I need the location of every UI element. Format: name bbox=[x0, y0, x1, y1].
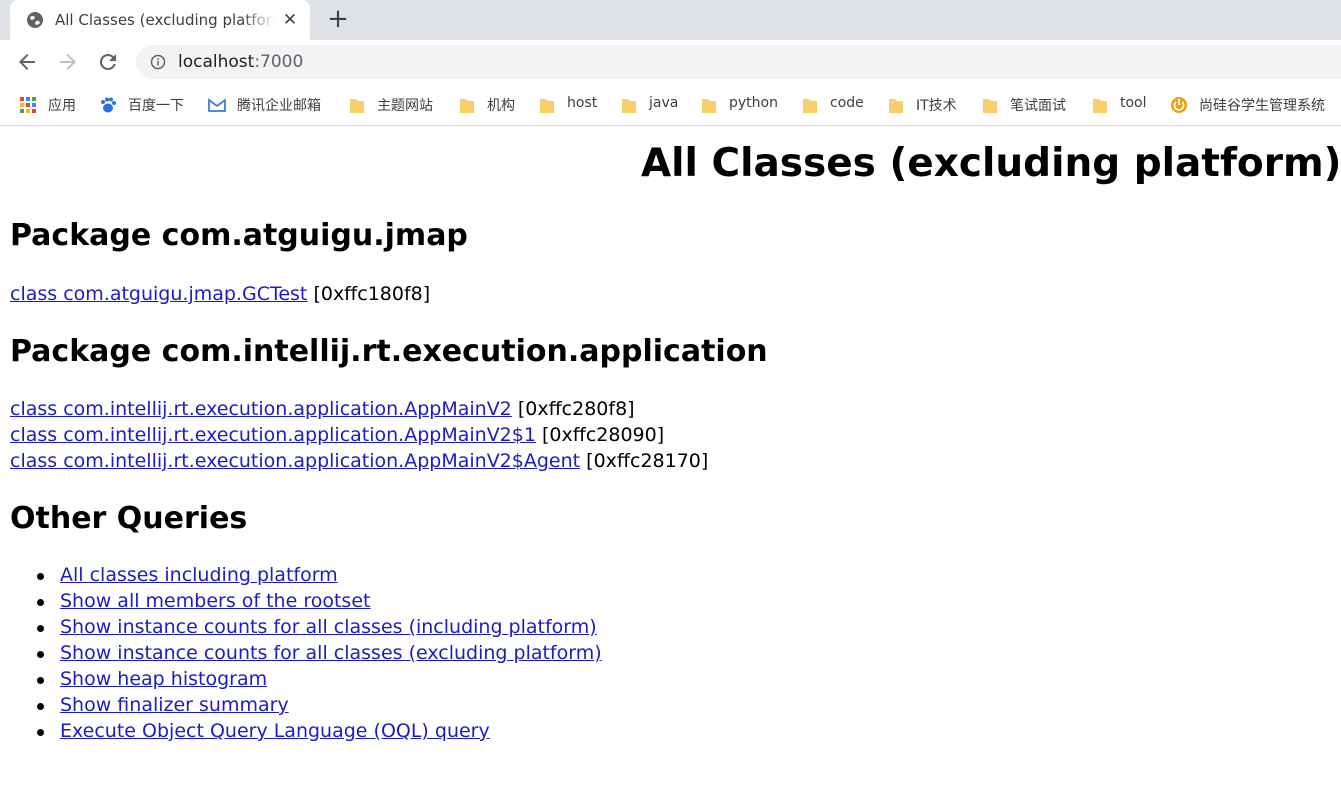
query-link-instance-counts-incl[interactable]: Show instance counts for all classes (in… bbox=[60, 616, 597, 638]
class-entry: class com.intellij.rt.execution.applicat… bbox=[10, 450, 708, 472]
query-link-rootset[interactable]: Show all members of the rootset bbox=[60, 590, 370, 612]
other-queries-list: All classes including platform Show all … bbox=[37, 564, 602, 746]
bookmarks-bar: 应用 百度一下 腾讯企业邮箱 主题网站 机构 host java python … bbox=[0, 84, 1341, 126]
tab-strip: All Classes (excluding platform) ✕ + bbox=[0, 0, 1341, 40]
class-link[interactable]: class com.atguigu.jmap.GCTest bbox=[10, 283, 307, 305]
folder-icon bbox=[460, 99, 474, 113]
baidu-paw-icon bbox=[101, 97, 116, 113]
folder-icon bbox=[702, 99, 716, 113]
query-link-finalizer-summary[interactable]: Show finalizer summary bbox=[60, 694, 289, 716]
tencent-mail-icon bbox=[208, 98, 226, 112]
class-entry: class com.atguigu.jmap.GCTest [0xffc180f… bbox=[10, 283, 430, 305]
list-item: Show all members of the rootset bbox=[37, 590, 602, 616]
forward-arrow-icon[interactable] bbox=[56, 50, 80, 74]
power-logo-icon bbox=[1171, 97, 1187, 113]
folder-icon bbox=[1093, 99, 1107, 113]
tab-title: All Classes (excluding platform) bbox=[55, 11, 275, 29]
browser-toolbar: localhost:7000 bbox=[0, 40, 1341, 84]
folder-icon bbox=[622, 99, 636, 113]
reload-icon[interactable] bbox=[96, 50, 120, 74]
bookmark-label: 主题网站 bbox=[377, 98, 433, 114]
apps-grid-icon bbox=[20, 97, 36, 113]
bookmark-label: code bbox=[830, 95, 864, 111]
query-link-oql[interactable]: Execute Object Query Language (OQL) quer… bbox=[60, 720, 490, 742]
list-item: All classes including platform bbox=[37, 564, 602, 590]
url-port: :7000 bbox=[254, 52, 304, 72]
bookmark-label: java bbox=[649, 95, 679, 111]
class-link[interactable]: class com.intellij.rt.execution.applicat… bbox=[10, 398, 512, 420]
globe-icon bbox=[27, 12, 43, 28]
folder-icon bbox=[803, 99, 817, 113]
address-bar[interactable]: localhost:7000 bbox=[136, 45, 1341, 79]
page-content: All Classes (excluding platform) Package… bbox=[0, 127, 1341, 801]
bookmark-label: host bbox=[567, 95, 598, 111]
bookmark-label: 笔试面试 bbox=[1010, 98, 1066, 114]
query-link-instance-counts-excl[interactable]: Show instance counts for all classes (ex… bbox=[60, 642, 602, 664]
class-entry: class com.intellij.rt.execution.applicat… bbox=[10, 398, 635, 420]
query-link-all-classes[interactable]: All classes including platform bbox=[60, 564, 338, 586]
class-address: [0xffc28090] bbox=[542, 424, 665, 446]
class-address: [0xffc280f8] bbox=[517, 398, 635, 420]
bookmark-label: IT技术 bbox=[916, 98, 957, 114]
class-link[interactable]: class com.intellij.rt.execution.applicat… bbox=[10, 424, 536, 446]
bookmark-label: 机构 bbox=[487, 98, 515, 114]
bookmark-label: 应用 bbox=[48, 98, 76, 114]
class-entry: class com.intellij.rt.execution.applicat… bbox=[10, 424, 664, 446]
bookmark-label: python bbox=[729, 95, 778, 111]
back-arrow-icon[interactable] bbox=[15, 50, 39, 74]
class-link[interactable]: class com.intellij.rt.execution.applicat… bbox=[10, 450, 580, 472]
bookmark-label: 百度一下 bbox=[128, 98, 184, 114]
folder-icon bbox=[889, 99, 903, 113]
package-heading: Package com.atguigu.jmap bbox=[10, 218, 468, 253]
info-icon[interactable] bbox=[150, 54, 166, 70]
list-item: Show instance counts for all classes (in… bbox=[37, 616, 602, 642]
query-link-heap-histogram[interactable]: Show heap histogram bbox=[60, 668, 267, 690]
bookmark-label: 腾讯企业邮箱 bbox=[237, 98, 321, 114]
other-queries-heading: Other Queries bbox=[10, 501, 248, 536]
new-tab-button[interactable]: + bbox=[325, 6, 351, 32]
list-item: Show heap histogram bbox=[37, 668, 602, 694]
list-item: Execute Object Query Language (OQL) quer… bbox=[37, 720, 602, 746]
bookmark-label: 尚硅谷学生管理系统 bbox=[1199, 98, 1325, 114]
page-title: All Classes (excluding platform) bbox=[641, 141, 1341, 186]
class-address: [0xffc180f8] bbox=[313, 283, 431, 305]
url-host: localhost bbox=[178, 52, 255, 72]
list-item: Show finalizer summary bbox=[37, 694, 602, 720]
list-item: Show instance counts for all classes (ex… bbox=[37, 642, 602, 668]
package-heading: Package com.intellij.rt.execution.applic… bbox=[10, 334, 768, 369]
tab-close-icon[interactable]: ✕ bbox=[280, 10, 300, 30]
browser-tab[interactable]: All Classes (excluding platform) ✕ bbox=[10, 0, 310, 40]
folder-icon bbox=[983, 99, 997, 113]
folder-icon bbox=[350, 99, 364, 113]
class-address: [0xffc28170] bbox=[586, 450, 709, 472]
bookmark-label: tool bbox=[1120, 95, 1147, 111]
url-text[interactable]: localhost:7000 bbox=[178, 52, 303, 72]
folder-icon bbox=[540, 99, 554, 113]
